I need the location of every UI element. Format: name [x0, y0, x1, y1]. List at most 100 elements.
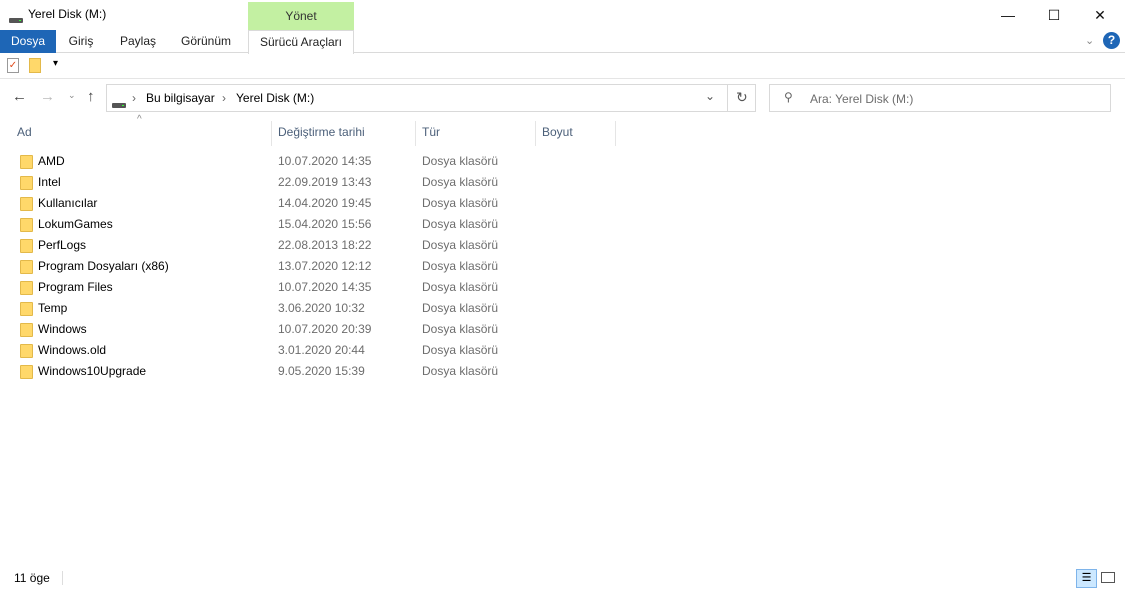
file-date: 3.01.2020 20:44	[278, 343, 365, 357]
file-row[interactable]: Windows.old 3.01.2020 20:44 Dosya klasör…	[0, 340, 1125, 361]
file-row[interactable]: LokumGames 15.04.2020 15:56 Dosya klasör…	[0, 214, 1125, 235]
file-date: 10.07.2020 20:39	[278, 322, 372, 336]
folder-icon	[20, 281, 33, 295]
divider[interactable]	[271, 121, 272, 146]
search-placeholder: Ara: Yerel Disk (M:)	[810, 92, 914, 106]
file-type: Dosya klasörü	[422, 280, 499, 294]
file-type: Dosya klasörü	[422, 217, 499, 231]
file-row[interactable]: Program Files 10.07.2020 14:35 Dosya kla…	[0, 277, 1125, 298]
tab-share[interactable]: Paylaş	[110, 30, 166, 53]
file-name: Program Files	[38, 280, 113, 294]
file-date: 3.06.2020 10:32	[278, 301, 365, 315]
search-icon: ⚲	[784, 90, 793, 104]
file-date: 22.08.2013 18:22	[278, 238, 372, 252]
up-icon[interactable]: ↑	[87, 88, 95, 105]
file-type: Dosya klasörü	[422, 154, 499, 168]
file-name: Temp	[38, 301, 68, 315]
folder-icon	[20, 176, 33, 190]
file-row[interactable]: Windows 10.07.2020 20:39 Dosya klasörü	[0, 319, 1125, 340]
file-date: 14.04.2020 19:45	[278, 196, 372, 210]
folder-icon	[20, 155, 33, 169]
large-icons-view-icon[interactable]	[1101, 572, 1115, 583]
details-view-icon[interactable]: ☰	[1076, 569, 1097, 588]
file-type: Dosya klasörü	[422, 364, 499, 378]
folder-icon	[20, 197, 33, 211]
file-type: Dosya klasörü	[422, 322, 499, 336]
folder-icon	[20, 365, 33, 379]
file-date: 10.07.2020 14:35	[278, 154, 372, 168]
breadcrumb-local-disk[interactable]: Yerel Disk (M:)	[236, 91, 314, 105]
close-button[interactable]: ✕	[1077, 0, 1123, 30]
file-name: PerfLogs	[38, 238, 87, 252]
column-header-name[interactable]: Ad	[17, 121, 32, 146]
divider	[727, 85, 728, 111]
address-dropdown-icon[interactable]: ⌄	[705, 89, 715, 103]
file-type: Dosya klasörü	[422, 196, 499, 210]
back-icon[interactable]: ←	[12, 88, 27, 105]
file-row[interactable]: Windows10Upgrade 9.05.2020 15:39 Dosya k…	[0, 361, 1125, 382]
window-title: Yerel Disk (M:)	[28, 7, 107, 21]
file-row[interactable]: Temp 3.06.2020 10:32 Dosya klasörü	[0, 298, 1125, 319]
divider[interactable]	[615, 121, 616, 146]
breadcrumb-separator-icon[interactable]: ›	[132, 91, 136, 105]
file-name: Windows	[38, 322, 87, 336]
tab-view[interactable]: Görünüm	[172, 30, 240, 53]
file-row[interactable]: Intel 22.09.2019 13:43 Dosya klasörü	[0, 172, 1125, 193]
divider[interactable]	[415, 121, 416, 146]
drive-icon	[9, 18, 23, 23]
new-folder-icon[interactable]	[29, 58, 41, 73]
file-row[interactable]: PerfLogs 22.08.2013 18:22 Dosya klasörü	[0, 235, 1125, 256]
folder-icon	[20, 302, 33, 316]
folder-icon	[20, 323, 33, 337]
file-name: Program Dosyaları (x86)	[38, 259, 169, 273]
sort-ascending-icon: ^	[137, 114, 142, 125]
minimize-button[interactable]: —	[985, 0, 1031, 30]
column-header-size[interactable]: Boyut	[542, 121, 573, 146]
customize-toolbar-icon[interactable]: ▾	[53, 58, 58, 69]
forward-icon[interactable]: →	[40, 88, 55, 105]
file-name: Windows10Upgrade	[38, 364, 147, 378]
properties-icon[interactable]: ✓	[7, 58, 19, 73]
file-row[interactable]: Kullanıcılar 14.04.2020 19:45 Dosya klas…	[0, 193, 1125, 214]
folder-icon	[20, 344, 33, 358]
column-header-type[interactable]: Tür	[422, 121, 440, 146]
breadcrumb-this-pc[interactable]: Bu bilgisayar	[146, 91, 215, 105]
file-date: 9.05.2020 15:39	[278, 364, 365, 378]
drive-icon	[112, 103, 126, 108]
file-date: 22.09.2019 13:43	[278, 175, 372, 189]
file-row[interactable]: AMD 10.07.2020 14:35 Dosya klasörü	[0, 151, 1125, 172]
title-bar: Yerel Disk (M:) Yönet — ☐ ✕	[0, 0, 1125, 30]
ribbon-tabs: Dosya Giriş Paylaş Görünüm Sürücü Araçla…	[0, 30, 1125, 54]
file-date: 15.04.2020 15:56	[278, 217, 372, 231]
quick-access-toolbar: ✓ ▾	[0, 53, 1125, 79]
file-type: Dosya klasörü	[422, 343, 499, 357]
file-type: Dosya klasörü	[422, 175, 499, 189]
search-input[interactable]: ⚲ Ara: Yerel Disk (M:)	[769, 84, 1111, 112]
file-date: 10.07.2020 14:35	[278, 280, 372, 294]
maximize-button[interactable]: ☐	[1031, 0, 1077, 30]
ribbon-expand-icon[interactable]: ⌄	[1085, 34, 1094, 47]
file-type: Dosya klasörü	[422, 259, 499, 273]
file-type: Dosya klasörü	[422, 301, 499, 315]
file-name: AMD	[38, 154, 65, 168]
file-name: Windows.old	[38, 343, 107, 357]
tab-file[interactable]: Dosya	[0, 30, 56, 53]
refresh-icon[interactable]: ↻	[736, 89, 748, 106]
file-row[interactable]: Program Dosyaları (x86) 13.07.2020 12:12…	[0, 256, 1125, 277]
address-bar[interactable]: › Bu bilgisayar › Yerel Disk (M:) ⌄ ↻	[106, 84, 756, 112]
divider[interactable]	[535, 121, 536, 146]
column-header-date[interactable]: Değiştirme tarihi	[278, 121, 365, 146]
folder-icon	[20, 218, 33, 232]
folder-icon	[20, 260, 33, 274]
item-count: 11 öge	[14, 571, 50, 585]
divider	[62, 571, 63, 585]
file-name: LokumGames	[38, 217, 113, 231]
recent-locations-icon[interactable]: ⌄	[68, 90, 76, 101]
tab-drive-tools[interactable]: Sürücü Araçları	[248, 30, 354, 54]
file-date: 13.07.2020 12:12	[278, 259, 372, 273]
help-icon[interactable]: ?	[1103, 32, 1120, 49]
context-tab-group-manage: Yönet	[248, 2, 354, 30]
folder-icon	[20, 239, 33, 253]
tab-home[interactable]: Giriş	[56, 30, 106, 53]
breadcrumb-separator-icon[interactable]: ›	[222, 91, 226, 105]
